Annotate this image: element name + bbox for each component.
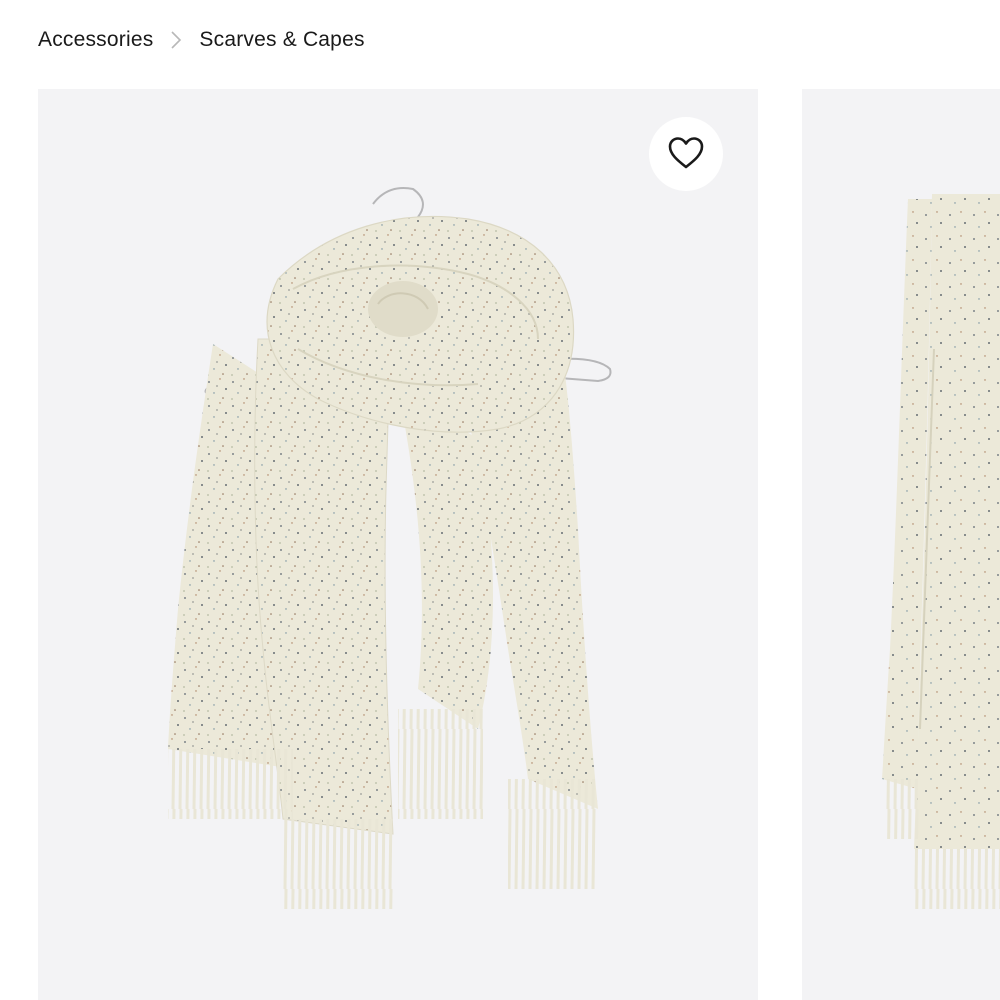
scarf-on-hanger-image <box>168 187 612 909</box>
wishlist-button[interactable] <box>649 117 723 191</box>
breadcrumb-accessories[interactable]: Accessories <box>38 28 153 52</box>
product-image-gallery[interactable] <box>38 89 1000 1000</box>
breadcrumb: Accessories Scarves & Capes <box>38 26 365 54</box>
scarf-flat-image <box>882 194 1000 909</box>
product-page: Accessories Scarves & Capes <box>0 0 1000 1000</box>
product-image-main[interactable] <box>38 89 758 1000</box>
product-image-secondary[interactable] <box>802 89 1000 1000</box>
heart-outline-icon <box>667 136 705 173</box>
breadcrumb-scarves-capes[interactable]: Scarves & Capes <box>199 28 364 52</box>
chevron-right-icon <box>153 26 199 54</box>
